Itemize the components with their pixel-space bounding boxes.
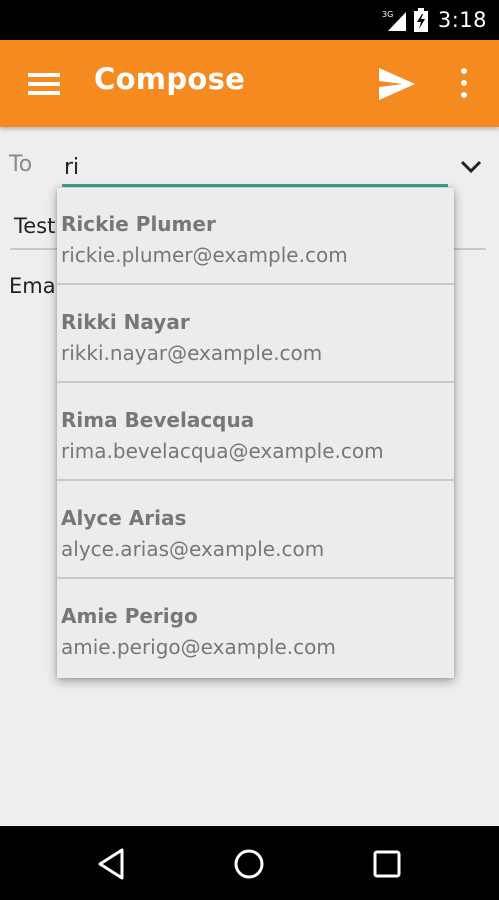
suggestion-item[interactable]: Rickie Plumer rickie.plumer@example.com: [57, 188, 454, 285]
suggestion-item[interactable]: Alyce Arias alyce.arias@example.com: [57, 482, 454, 579]
signal-icon: 3G: [382, 10, 406, 31]
back-icon[interactable]: [92, 846, 132, 882]
navigation-bar: [0, 826, 499, 900]
recents-icon[interactable]: [367, 846, 407, 882]
suggestion-email: amie.perigo@example.com: [61, 635, 336, 659]
status-clock: 3:18: [437, 8, 487, 32]
menu-icon[interactable]: [28, 73, 60, 95]
home-icon[interactable]: [229, 846, 269, 882]
suggestion-email: rima.bevelacqua@example.com: [61, 439, 384, 463]
suggestion-name: Rima Bevelacqua: [61, 408, 255, 432]
suggestion-email: alyce.arias@example.com: [61, 537, 325, 561]
chevron-down-icon[interactable]: [458, 156, 484, 176]
suggestion-item[interactable]: Amie Perigo amie.perigo@example.com: [57, 580, 454, 677]
status-bar: 3G 3:18: [0, 0, 499, 40]
send-icon[interactable]: [377, 66, 417, 102]
battery-icon: [413, 8, 428, 32]
suggestion-name: Alyce Arias: [61, 506, 187, 530]
page-title: Compose: [94, 62, 246, 96]
app-bar: Compose: [0, 40, 499, 127]
suggestion-name: Rikki Nayar: [61, 310, 190, 334]
suggestion-name: Amie Perigo: [61, 604, 198, 628]
to-input[interactable]: [62, 150, 444, 184]
more-vert-icon[interactable]: [455, 68, 473, 100]
contact-suggestions-dropdown: Rickie Plumer rickie.plumer@example.com …: [57, 188, 454, 678]
suggestion-item[interactable]: Rikki Nayar rikki.nayar@example.com: [57, 286, 454, 383]
status-icons: 3G 3:18: [382, 0, 487, 40]
to-label: To: [9, 152, 33, 177]
body-field[interactable]: Emai: [9, 274, 61, 298]
network-type-label: 3G: [382, 10, 393, 19]
suggestion-email: rikki.nayar@example.com: [61, 341, 323, 365]
suggestion-name: Rickie Plumer: [61, 212, 216, 236]
suggestion-email: rickie.plumer@example.com: [61, 243, 348, 267]
suggestion-item[interactable]: Rima Bevelacqua rima.bevelacqua@example.…: [57, 384, 454, 481]
to-input-underline: [62, 184, 448, 187]
